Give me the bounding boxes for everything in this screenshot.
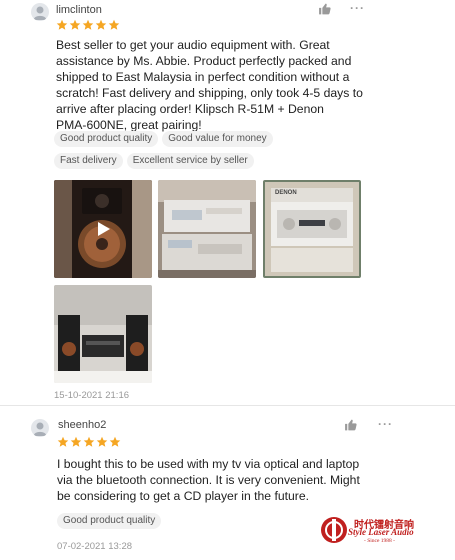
review-text-line: be considering to get a CD player in the… xyxy=(57,489,310,503)
star-icon xyxy=(95,19,107,30)
watermark-since-text: - Since 1988 - xyxy=(364,538,396,544)
star-icon xyxy=(96,436,108,447)
star-rating xyxy=(56,19,120,31)
more-options-icon[interactable]: ··· xyxy=(378,418,393,430)
star-icon xyxy=(82,19,94,30)
star-icon xyxy=(70,436,82,447)
review-text: I bought this to be used with my tv via … xyxy=(57,456,360,504)
thumbs-up-icon[interactable] xyxy=(318,2,331,20)
review-tags: Good product quality xyxy=(57,513,162,529)
review-photo[interactable] xyxy=(158,180,256,278)
review-text-line: assistance by Ms. Abbie. Product perfect… xyxy=(56,54,352,68)
review-tag: Excellent service by seller xyxy=(126,153,254,169)
review-tag: Good product quality xyxy=(54,131,159,147)
review-text-line: I bought this to be used with my tv via … xyxy=(57,457,360,471)
star-icon xyxy=(57,436,69,447)
review-text-line: arrive after placing order! Klipsch R-51… xyxy=(56,102,324,116)
user-avatar-icon[interactable] xyxy=(31,419,49,437)
review-tag: Fast delivery xyxy=(54,153,123,169)
review-tag: Good product quality xyxy=(57,513,162,529)
watermark-english-text: Style Laser Audio xyxy=(348,527,414,537)
review-text: Best seller to get your audio equipment … xyxy=(56,37,363,133)
star-icon xyxy=(56,19,68,30)
review-divider xyxy=(0,405,455,406)
thumbs-up-icon[interactable] xyxy=(344,418,357,436)
review-video-thumbnail[interactable] xyxy=(54,180,152,278)
review-photo[interactable]: DENON xyxy=(263,180,361,278)
review-username[interactable]: limclinton xyxy=(56,4,102,16)
review-timestamp: 15-10-2021 21:16 xyxy=(54,390,130,401)
star-icon xyxy=(108,19,120,30)
photo-brand-label: DENON xyxy=(275,190,297,196)
review-text-line: via the bluetooth connection. It is very… xyxy=(57,473,360,487)
review-timestamp: 07-02-2021 13:28 xyxy=(57,541,133,552)
user-avatar-icon[interactable] xyxy=(31,3,49,21)
store-watermark-logo: 时代镭射音响 Style Laser Audio - Since 1988 - xyxy=(320,514,440,546)
review-photo[interactable] xyxy=(54,285,152,383)
video-play-icon[interactable] xyxy=(95,221,111,237)
more-options-icon[interactable]: ··· xyxy=(350,2,365,14)
review-text-line: Best seller to get your audio equipment … xyxy=(56,38,330,52)
review-tags: Good product quality Good value for mone… xyxy=(54,131,284,169)
review-tag: Good value for money xyxy=(162,131,273,147)
review-text-line: scratch! Fast delivery and shipping, onl… xyxy=(56,86,363,100)
star-icon xyxy=(83,436,95,447)
star-icon xyxy=(69,19,81,30)
star-icon xyxy=(109,436,121,447)
store-logo-icon xyxy=(321,517,347,543)
review-text-line: shipped to East Malaysia in perfect cond… xyxy=(56,70,350,84)
star-rating xyxy=(57,436,121,448)
review-username[interactable]: sheenho2 xyxy=(58,419,106,431)
review-card: limclinton ··· Best seller to get your a… xyxy=(0,0,455,403)
